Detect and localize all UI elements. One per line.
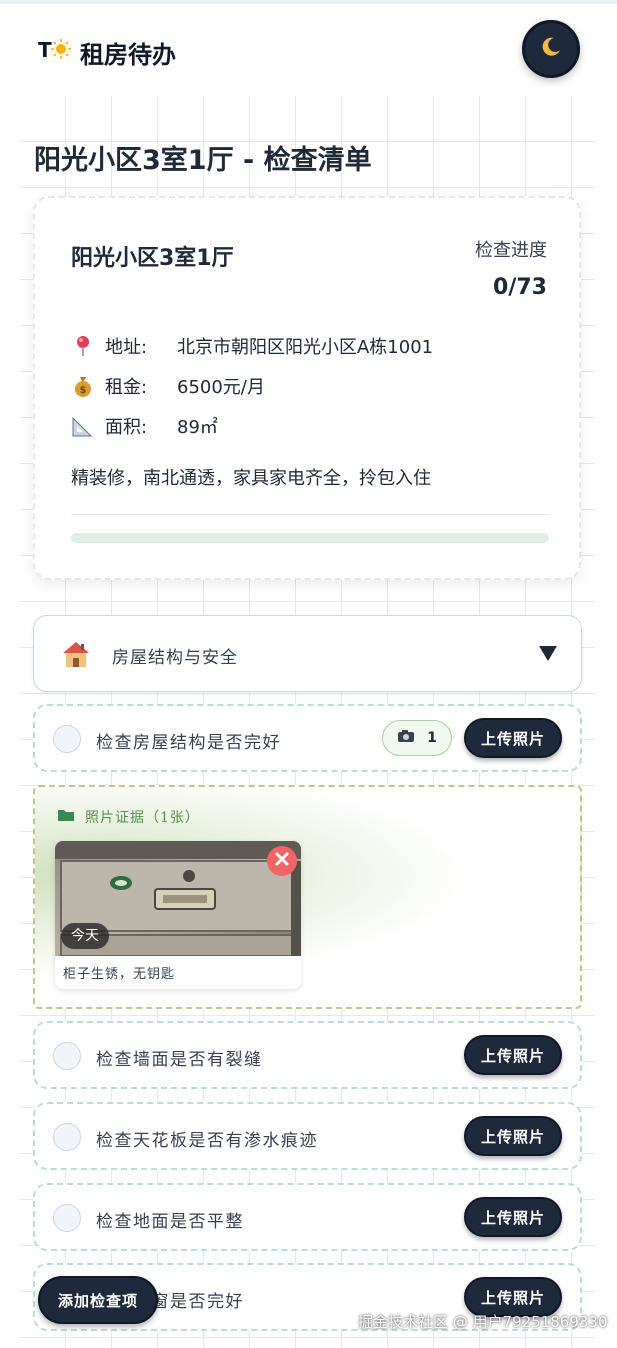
svg-text:$: $	[80, 385, 87, 396]
area-value: 89㎡	[177, 417, 218, 438]
camera-icon	[397, 729, 415, 747]
item-checkbox[interactable]	[53, 725, 81, 753]
tasks-sun-logo-icon: T	[38, 36, 72, 62]
photo-caption: 柜子生锈，无钥匙	[63, 967, 176, 982]
card-divider	[71, 514, 549, 515]
rent-row: $ 租金: 6500元/月	[71, 372, 265, 400]
item-label: 检查房屋结构是否完好	[96, 733, 281, 753]
rent-value: 6500元/月	[177, 377, 265, 398]
progress-label: 检查进度	[475, 240, 547, 261]
address-value: 北京市朝阳区阳光小区A栋1001	[177, 337, 434, 358]
item-checkbox[interactable]	[53, 1042, 81, 1070]
upload-photo-button[interactable]: 上传照片	[464, 1197, 562, 1237]
photo-count-badge[interactable]: 1	[382, 720, 452, 756]
add-check-item-button[interactable]: 添加检查项	[38, 1276, 158, 1324]
top-border	[0, 0, 617, 4]
app-header: T 租房待办	[20, 6, 595, 96]
property-description: 精装修，南北通透，家具家电齐全，拎包入住	[71, 468, 431, 489]
money-bag-icon: $	[71, 374, 95, 398]
theme-toggle-button[interactable]	[522, 20, 580, 78]
category-structure-safety[interactable]: 房屋结构与安全	[33, 615, 582, 692]
photo-count: 1	[427, 730, 437, 746]
ruler-icon	[71, 414, 95, 438]
moon-icon	[539, 35, 563, 63]
area-label: 面积:	[105, 417, 148, 438]
photo-evidence-panel: 照片证据（1张） 今天 柜子生锈，无钥匙	[33, 785, 582, 1009]
pin-icon	[71, 334, 95, 358]
upload-photo-button[interactable]: 上传照片	[464, 1116, 562, 1156]
house-icon	[60, 639, 92, 669]
evidence-photo-card[interactable]: 今天 柜子生锈，无钥匙	[55, 841, 301, 989]
property-name: 阳光小区3室1厅	[71, 246, 234, 271]
address-row: 地址: 北京市朝阳区阳光小区A栋1001	[71, 332, 433, 360]
svg-text:T: T	[38, 38, 52, 62]
watermark: 掘金技术社区 @ 用户79251869330	[358, 1313, 608, 1331]
evidence-title-text: 照片证据（1张）	[85, 810, 200, 826]
address-label: 地址:	[105, 337, 148, 358]
upload-photo-button[interactable]: 上传照片	[464, 1035, 562, 1075]
progress-count: 0/73	[493, 275, 547, 300]
delete-photo-button[interactable]	[267, 846, 297, 876]
upload-photo-button[interactable]: 上传照片	[464, 718, 562, 758]
folder-icon	[57, 808, 75, 826]
close-icon	[274, 851, 290, 871]
main-content: 阳光小区3室1厅 - 检查清单 阳光小区3室1厅 检查进度 0/73 地址: 北…	[20, 96, 595, 1348]
category-label: 房屋结构与安全	[112, 648, 238, 668]
rent-label: 租金:	[105, 377, 148, 398]
chevron-down-icon[interactable]	[539, 646, 557, 661]
check-item: 检查地面是否平整 上传照片	[33, 1183, 582, 1251]
check-item: 检查天花板是否有渗水痕迹 上传照片	[33, 1102, 582, 1170]
check-item: 检查房屋结构是否完好 1 上传照片	[33, 704, 582, 772]
evidence-title: 照片证据（1张）	[57, 807, 200, 827]
app-title: 租房待办	[80, 41, 176, 69]
item-label: 检查地面是否平整	[96, 1212, 244, 1232]
property-info-card: 阳光小区3室1厅 检查进度 0/73 地址: 北京市朝阳区阳光小区A栋1001 …	[33, 196, 581, 580]
item-checkbox[interactable]	[53, 1123, 81, 1151]
check-item: 检查墙面是否有裂缝 上传照片	[33, 1021, 582, 1089]
item-checkbox[interactable]	[53, 1204, 81, 1232]
page-title: 阳光小区3室1厅 - 检查清单	[34, 145, 372, 176]
item-label: 检查墙面是否有裂缝	[96, 1050, 263, 1070]
progress-bar	[71, 533, 549, 543]
item-label: 检查天花板是否有渗水痕迹	[96, 1131, 318, 1151]
area-row: 面积: 89㎡	[71, 412, 218, 440]
photo-date-badge: 今天	[61, 923, 109, 949]
